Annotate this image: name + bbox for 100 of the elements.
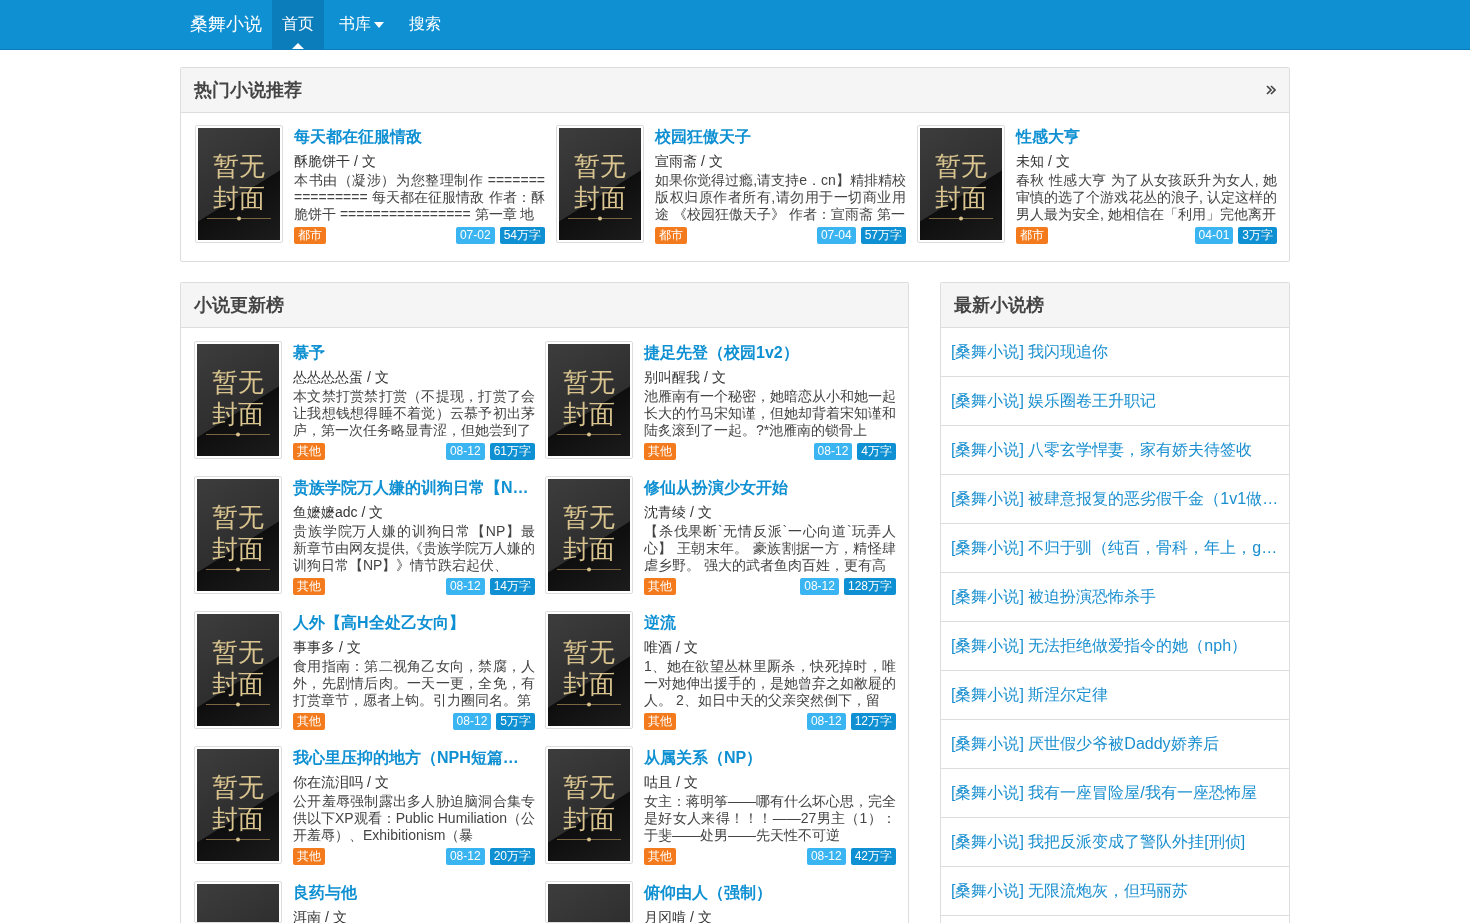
novel-link[interactable]: [桑舞小说] 娱乐圈卷王升职记 [941,377,1289,426]
category-tag[interactable]: 都市 [655,227,687,244]
book-cover[interactable]: 暂无封面 [194,341,282,459]
double-chevron-icon[interactable] [1266,85,1276,95]
description-text: 1、她在欲望丛林里厮杀，快死掉时，唯一对她伸出援手的，是她曾弃之如敝屣的人。 2、如日中天的父亲突然倒下，留 [644,658,896,709]
description-text: 【杀伐果断`无情反派`一心向道`玩弄人心】 王朝末年。 豪族割据一方，精怪肆虐乡野。 强大的武者鱼肉百姓，更有高 [644,523,896,574]
book-cover[interactable]: 暂无封面 [194,476,282,594]
novel-link[interactable]: [桑舞小说] 无法拒绝做爱指令的她（nph） [941,622,1289,671]
book-cover[interactable]: 暂无封面 [194,611,282,729]
author-text: 咕且 / 文 [644,773,699,791]
book-cover[interactable]: 暂无封面 [556,125,644,243]
author-text: 唯酒 / 文 [644,638,699,656]
author-text: 怂怂怂怂蛋 / 文 [293,368,390,386]
cover-text: 暂无封面 [934,150,988,214]
novel-link[interactable]: [桑舞小说] 八零玄学悍妻，家有娇夫待签收 [941,426,1289,475]
description-text: 公开羞辱强制露出多人胁迫脑洞合集专供以下XP观看：Public Humiliation（公开羞辱）、Exhibitionism（暴 [293,793,535,844]
word-count-tag: 42万字 [850,848,896,865]
category-tag[interactable]: 其他 [644,578,676,595]
book-cover[interactable]: 暂无封面 [917,125,1005,243]
panel-title: 小说更新榜 [194,294,284,317]
category-tag[interactable]: 其他 [644,713,676,730]
novel-link[interactable]: [桑舞小说] 被迫扮演恐怖杀手 [941,573,1289,622]
book-cover[interactable] [194,881,282,923]
book-cover[interactable] [545,881,633,923]
ornament-icon [557,567,621,572]
word-count-tag: 3万字 [1238,227,1277,244]
date-tag: 04-01 [1194,227,1234,244]
book-title-link[interactable]: 我心里压抑的地方（NPH短篇… [293,747,535,769]
novel-link[interactable]: [桑舞小说] 无限流炮灰，但玛丽苏 [941,867,1289,916]
date-tag: 08-12 [452,713,492,730]
word-count-tag: 4万字 [857,443,896,460]
ornament-icon [568,216,632,221]
category-tag[interactable]: 都市 [1016,227,1048,244]
cover-text: 暂无封面 [211,771,265,835]
novel-link[interactable]: [桑舞小说] 被肆意报复的恶劣假千金（1v1做… [941,475,1289,524]
brand-link[interactable]: 桑舞小说 [180,0,272,49]
book-title-link[interactable]: 修仙从扮演少女开始 [644,477,896,499]
word-count-tag: 20万字 [489,848,535,865]
novel-link[interactable]: [桑舞小说] 不归于驯（纯百，骨科，年上，g… [941,524,1289,573]
author-text: 你在流泪吗 / 文 [293,773,390,791]
book-cover[interactable]: 暂无封面 [195,125,283,243]
book-title-link[interactable]: 俯仰由人（强制） [644,882,896,904]
date-tag: 08-12 [445,443,485,460]
description-text: 本文禁打赏禁打赏（不提现，打赏了会让我想钱想得睡不着觉）云慕予初出茅庐，第一次任务略显青涩，但她尝到了 [293,388,535,439]
cover-text: 暂无封面 [212,150,266,214]
category-tag[interactable]: 其他 [293,578,325,595]
book-cover[interactable]: 暂无封面 [194,746,282,864]
author-text: 事事多 / 文 [293,638,362,656]
date-tag: 07-02 [455,227,495,244]
novel-link[interactable]: [桑舞小说] 厌世假少爷被Daddy娇养后 [941,720,1289,769]
cover-text: 暂无封面 [211,501,265,565]
novel-link[interactable]: [桑舞小说] 斯涅尔定律 [941,671,1289,720]
cover-text: 暂无封面 [211,636,265,700]
novel-link[interactable]: [桑舞小说] 我把反派变成了警队外挂[刑侦] [941,818,1289,867]
word-count-tag: 5万字 [496,713,535,730]
cover-text: 暂无封面 [562,501,616,565]
category-tag[interactable]: 其他 [644,848,676,865]
cover-text: 暂无封面 [562,366,616,430]
book-title-link[interactable]: 逆流 [644,612,896,634]
cover-text: 暂无封面 [573,150,627,214]
novel-link[interactable]: [桑舞小说] 我闪现追你 [941,328,1289,377]
book-title-link[interactable]: 慕予 [293,342,535,364]
ornament-icon [557,432,621,437]
book-cover[interactable]: 暂无封面 [545,476,633,594]
nav-tab[interactable]: 书库 [329,0,394,49]
novel-link[interactable]: [桑舞小说] 我有一座冒险屋/我有一座恐怖屋 [941,769,1289,818]
description-text: 本书由（凝涉）为您整理制作 ================ 每天都在征服情敌 作者：酥脆饼干 ================ 第一章 地 [294,172,545,223]
book-title-link[interactable]: 校园狂傲天子 [655,126,906,148]
book-cover[interactable]: 暂无封面 [545,341,633,459]
category-tag[interactable]: 其他 [644,443,676,460]
book-cover[interactable]: 暂无封面 [545,611,633,729]
book-title-link[interactable]: 贵族学院万人嫌的训狗日常【N… [293,477,535,499]
ornament-icon [207,216,271,221]
category-tag[interactable]: 其他 [293,443,325,460]
book-cover[interactable]: 暂无封面 [545,746,633,864]
category-tag[interactable]: 其他 [293,713,325,730]
date-tag: 08-12 [800,578,839,595]
book-title-link[interactable]: 捷足先登（校园1v2） [644,342,896,364]
word-count-tag: 14万字 [489,578,535,595]
cover-text: 暂无封面 [211,366,265,430]
nav-tab[interactable]: 首页 [272,0,324,49]
category-tag[interactable]: 都市 [294,227,326,244]
caret-icon [374,21,384,28]
book-title-link[interactable]: 性感大亨 [1016,126,1277,148]
ornament-icon [557,702,621,707]
date-tag: 08-12 [806,848,846,865]
category-tag[interactable]: 其他 [293,848,325,865]
book-title-link[interactable]: 人外【高H全处乙女向】 [293,612,535,634]
description-text: 女主：蒋明筝——哪有什么坏心思，完全是好女人来得！！！——27男主（1）：于斐——处男——先天性不可逆 [644,793,896,844]
book-title-link[interactable]: 从属关系（NP） [644,747,896,769]
book-title-link[interactable]: 良药与他 [293,882,535,904]
author-text: 月冈啃 / 文 [644,908,713,923]
description-text: 贵族学院万人嫌的训狗日常【NP】最新章节由网友提供,《贵族学院万人嫌的训狗日常【NP】》情节跌宕起伏、 [293,523,535,574]
description-text: 如果你觉得过瘾,请支持e．cn】精排精校版权归原作者所有,请勿用于一切商业用途 《校园狂傲天子》 作者：宣雨斋 第一 [655,172,906,223]
date-tag: 08-12 [813,443,853,460]
ornament-icon [206,567,270,572]
word-count-tag: 57万字 [860,227,906,244]
author-text: 洱南 / 文 [293,908,348,923]
book-title-link[interactable]: 每天都在征服情敌 [294,126,545,148]
nav-tab[interactable]: 搜索 [399,0,451,49]
